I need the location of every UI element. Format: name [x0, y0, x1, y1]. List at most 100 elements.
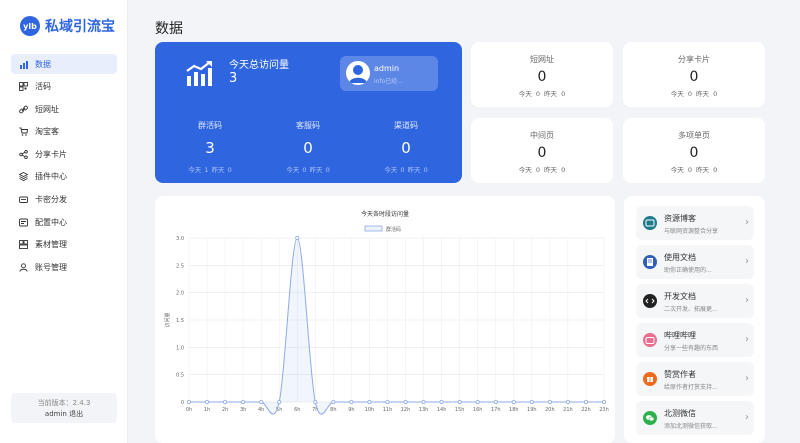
- y-axis-label: 访问量: [164, 312, 171, 327]
- x-tick-label: 20h: [545, 407, 555, 413]
- stat-value: 0: [689, 69, 699, 85]
- data-point: [457, 399, 462, 404]
- link-item-4[interactable]: 赞赏作者 给原作者打赏支持... ›: [636, 362, 754, 396]
- sidebar-item-label: 分享卡片: [35, 149, 67, 159]
- x-tick-label: 2h: [222, 407, 228, 413]
- chevron-right-icon: ›: [745, 217, 749, 228]
- data-point: [511, 399, 516, 404]
- data-point: [565, 399, 570, 404]
- series-line: [189, 237, 604, 415]
- sidebar-item-7[interactable]: 配置中心: [11, 212, 117, 232]
- x-tick-label: 12h: [401, 407, 411, 413]
- legend-swatch: [364, 225, 383, 232]
- admin-name: admin: [374, 64, 400, 73]
- code-icon: [643, 294, 657, 308]
- y-tick-label: 3.0: [176, 236, 184, 242]
- stat-label: 短网址: [530, 55, 554, 64]
- stat-card-middle-page[interactable]: 中间页 0 今天 0 昨天 0: [471, 118, 613, 183]
- stat-card-short-url[interactable]: 短网址 0 今天 0 昨天 0: [471, 42, 613, 107]
- stat-label: 分享卡片: [678, 55, 710, 64]
- app-logo[interactable]: ylb 私域引流宝: [20, 16, 115, 36]
- link-item-2[interactable]: 开发文档 二次开发、拓展更... ›: [636, 284, 754, 318]
- sidebar-item-1[interactable]: 活码: [11, 77, 117, 97]
- link-item-0[interactable]: 资源博客 与联网资源整合分享 ›: [636, 206, 754, 240]
- qrcode-icon: [19, 82, 28, 92]
- sidebar-item-8[interactable]: 素材管理: [11, 235, 117, 255]
- y-tick-label: 2.5: [176, 263, 184, 269]
- version-label: 当前版本：2.4.3: [37, 399, 91, 407]
- stat-label: 多项单页: [678, 131, 710, 140]
- chevron-right-icon: ›: [745, 256, 749, 267]
- chart-icon: [19, 60, 28, 69]
- sidebar-item-2[interactable]: 短网址: [11, 99, 117, 119]
- data-point: [205, 399, 210, 404]
- link-item-1[interactable]: 使用文档助你正确使用的... ›: [636, 245, 754, 279]
- link-title: 开发文档: [664, 292, 696, 301]
- data-point: [277, 399, 282, 404]
- sidebar-item-label: 活码: [35, 82, 51, 92]
- user-logout[interactable]: admin 退出: [11, 409, 117, 420]
- sidebar-item-4[interactable]: 分享卡片: [11, 144, 117, 164]
- link-desc: 与联网资源整合分享: [664, 228, 719, 235]
- sidebar-item-label: 配置中心: [35, 217, 67, 227]
- hero-total: 3: [229, 71, 238, 86]
- series-area: [189, 238, 604, 415]
- stat-sub: 今天 0 昨天 0: [518, 90, 566, 98]
- stat-card-multi-page[interactable]: 多项单页 0 今天 0 昨天 0: [623, 118, 765, 183]
- x-tick-label: 3h: [240, 407, 246, 413]
- admin-card[interactable]: admin info已经...: [340, 56, 438, 91]
- hero-label: 今天总访问量: [229, 60, 289, 71]
- x-tick-label: 14h: [437, 407, 447, 413]
- x-tick-label: 6h: [294, 407, 300, 413]
- config-icon: [19, 218, 28, 227]
- x-tick-label: 10h: [365, 407, 375, 413]
- data-point: [349, 399, 354, 404]
- wechat-icon: [643, 411, 657, 425]
- user-avatar-icon: [349, 65, 367, 83]
- chevron-right-icon: ›: [745, 373, 749, 384]
- stat-label: 中间页: [530, 131, 554, 140]
- data-point: [367, 399, 372, 404]
- sidebar-item-5[interactable]: 插件中心: [11, 167, 117, 187]
- link-desc: 助你正确使用的...: [664, 267, 712, 274]
- sidebar-item-label: 素材管理: [35, 240, 67, 250]
- link-item-5[interactable]: 北测微信 添加北测微信获取... ›: [636, 401, 754, 435]
- x-tick-label: 23h: [599, 407, 609, 413]
- y-tick-label: 2.0: [176, 291, 184, 297]
- x-tick-label: 13h: [419, 407, 429, 413]
- data-point: [259, 399, 264, 404]
- stat-value: 0: [689, 145, 699, 161]
- data-point: [583, 399, 588, 404]
- stat-channel-qrcode: 渠道码 0 今天 0 昨天 0: [371, 120, 441, 174]
- x-tick-label: 16h: [473, 407, 483, 413]
- page-title: 数据: [155, 21, 183, 37]
- stat-value: 0: [537, 145, 547, 161]
- x-tick-label: 18h: [509, 407, 519, 413]
- link-item-3[interactable]: 哔哩哔哩 分享一些有趣的东西 ›: [636, 323, 754, 357]
- data-point: [439, 399, 444, 404]
- sidebar-item-0[interactable]: 数据: [11, 54, 117, 74]
- avatar: [346, 61, 370, 85]
- chevron-right-icon: ›: [745, 412, 749, 423]
- sidebar-item-6[interactable]: 卡密分发: [11, 190, 117, 210]
- x-tick-label: 21h: [563, 407, 573, 413]
- y-tick-label: 1.0: [176, 345, 184, 351]
- doc-icon: [643, 255, 657, 269]
- x-tick-label: 0h: [186, 407, 192, 413]
- x-tick-label: 4h: [258, 407, 264, 413]
- sidebar-item-9[interactable]: 账号管理: [11, 257, 117, 277]
- data-point: [601, 399, 606, 404]
- share-icon: [19, 149, 28, 159]
- link-title: 北测微信: [664, 409, 696, 418]
- sidebar-item-label: 短网址: [35, 104, 59, 114]
- data-point: [475, 399, 480, 404]
- link-desc: 分享一些有趣的东西: [664, 345, 719, 352]
- link-title: 使用文档: [664, 253, 696, 262]
- stat-card-share-card[interactable]: 分享卡片 0 今天 0 昨天 0: [623, 42, 765, 107]
- sidebar: ylb 私域引流宝 数据活码短网址淘宝客分享卡片插件中心卡密分发配置中心素材管理…: [0, 0, 128, 443]
- stat-value: 0: [401, 139, 411, 157]
- x-tick-label: 8h: [330, 407, 336, 413]
- sidebar-item-3[interactable]: 淘宝客: [11, 122, 117, 142]
- user-icon: [19, 263, 28, 272]
- stat-value: 3: [205, 139, 215, 157]
